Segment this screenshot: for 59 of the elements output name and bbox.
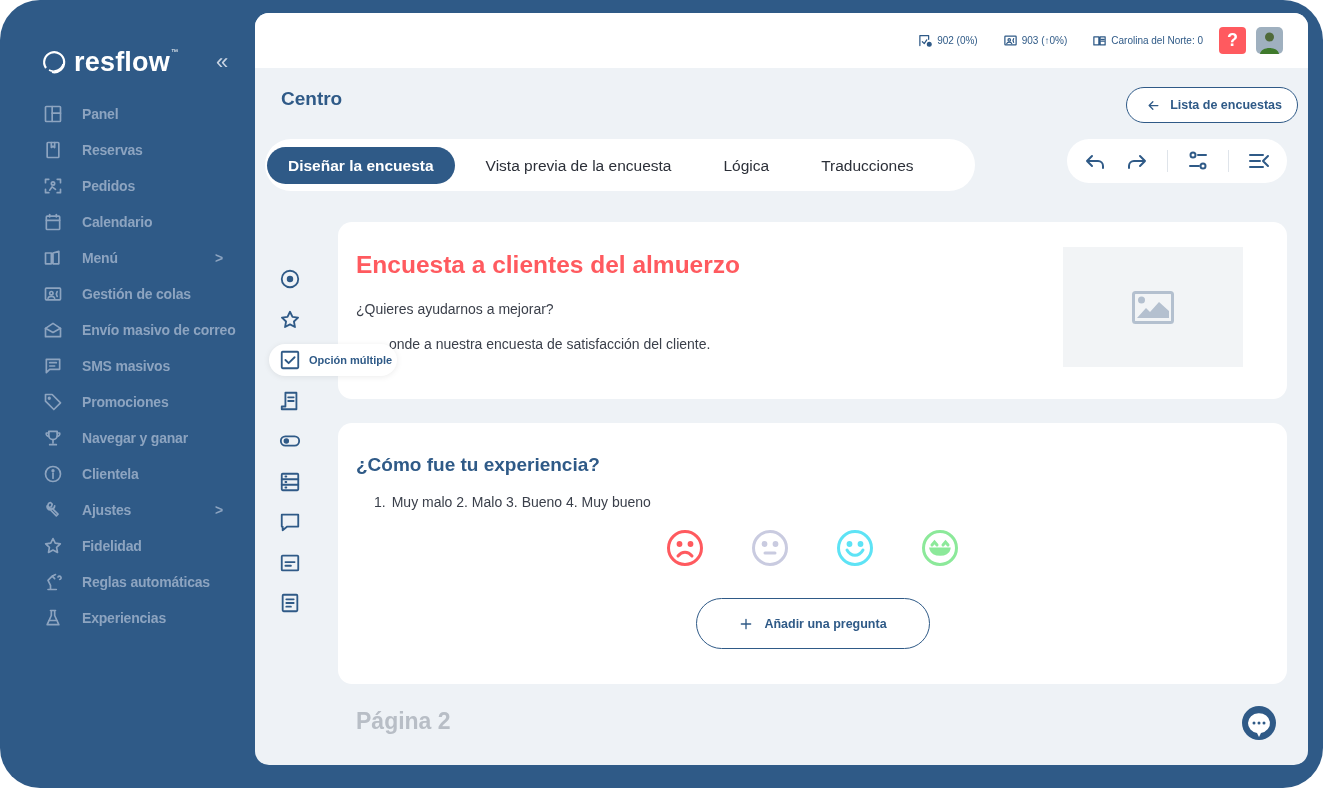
checkbox-icon[interactable] — [279, 349, 301, 371]
logo-icon — [40, 48, 68, 76]
page-title: Centro — [281, 88, 343, 110]
stat-text: 902 (0%) — [937, 35, 978, 46]
chat-button[interactable] — [1241, 705, 1277, 743]
star-icon[interactable] — [279, 308, 301, 331]
sidebar-item[interactable]: Ajustes > — [0, 492, 255, 528]
image-icon — [1132, 290, 1174, 324]
stat-text: 903 (↑0%) — [1021, 35, 1068, 46]
list-icon[interactable] — [279, 470, 301, 493]
chart-check-icon — [918, 33, 934, 48]
book-icon — [1092, 33, 1108, 48]
layout-icon — [43, 104, 63, 124]
sidebar-item[interactable]: Panel — [0, 96, 255, 132]
calendar-icon — [43, 212, 63, 232]
collapse-button[interactable]: « — [215, 51, 229, 73]
tag-icon — [43, 392, 63, 412]
tab[interactable]: Traducciones — [800, 146, 935, 184]
rating-options: Muy malo 2. Malo 3. Bueno 4. Muy bueno — [391, 494, 651, 510]
speech-bubble-icon[interactable] — [279, 511, 301, 534]
survey-description: ¿Quieres ayudarnos a mejorar? — [356, 301, 555, 317]
logo-wordmark: resflow — [74, 46, 170, 78]
id-card-icon — [43, 284, 63, 304]
sidebar-item[interactable]: Fidelidad — [0, 528, 255, 564]
book-icon — [43, 248, 63, 268]
trophy-icon — [43, 428, 63, 448]
survey-list-button[interactable]: Lista de encuestas — [1126, 87, 1298, 123]
sidebar-item[interactable]: Reglas automáticas — [0, 564, 255, 600]
envelope-icon — [43, 320, 63, 340]
sidebar-item[interactable]: Gestión de colas — [0, 276, 255, 312]
sidebar-item[interactable]: Envío masivo de correo — [0, 312, 255, 348]
tab[interactable]: Vista previa de la encuesta — [464, 146, 693, 184]
sidebar-item[interactable]: Promociones — [0, 384, 255, 420]
add-question-button[interactable]: Añadir una pregunta — [695, 598, 930, 649]
sad-face-icon[interactable] — [666, 529, 704, 567]
bookmark-icon — [43, 140, 63, 160]
tab[interactable]: Diseñar la encuesta — [267, 146, 455, 184]
stat-text: Carolina del Norte: 0 — [1111, 35, 1203, 46]
survey-title: Encuesta a clientes del almuerzo — [356, 251, 740, 279]
id-card-icon — [1002, 33, 1018, 48]
message-icon — [43, 356, 63, 376]
sidebar-item[interactable]: SMS masivos — [0, 348, 255, 384]
tab[interactable]: Lógica — [702, 146, 791, 184]
radio-button-icon[interactable] — [279, 268, 301, 291]
flask-icon — [43, 608, 63, 628]
sidebar-item[interactable]: Menú > — [0, 240, 255, 276]
sidebar-item[interactable]: Calendario — [0, 204, 255, 240]
help-button[interactable]: ? — [1219, 27, 1246, 54]
sidebar-item[interactable]: Experiencias — [0, 600, 255, 636]
question-title: ¿Cómo fue tu experiencia? — [356, 454, 601, 476]
sidebar-item[interactable]: Pedidos — [0, 168, 255, 204]
text-document-icon[interactable] — [279, 592, 301, 615]
sidebar-item[interactable]: Navegar y ganar — [0, 420, 255, 456]
sidebar-item[interactable]: Clientela — [0, 456, 255, 492]
sidebar-item[interactable]: Reservas — [0, 132, 255, 168]
user-avatar[interactable] — [1256, 27, 1283, 54]
list-number: 1. — [374, 494, 386, 510]
star-icon — [43, 536, 63, 556]
scan-person-icon — [43, 176, 63, 196]
